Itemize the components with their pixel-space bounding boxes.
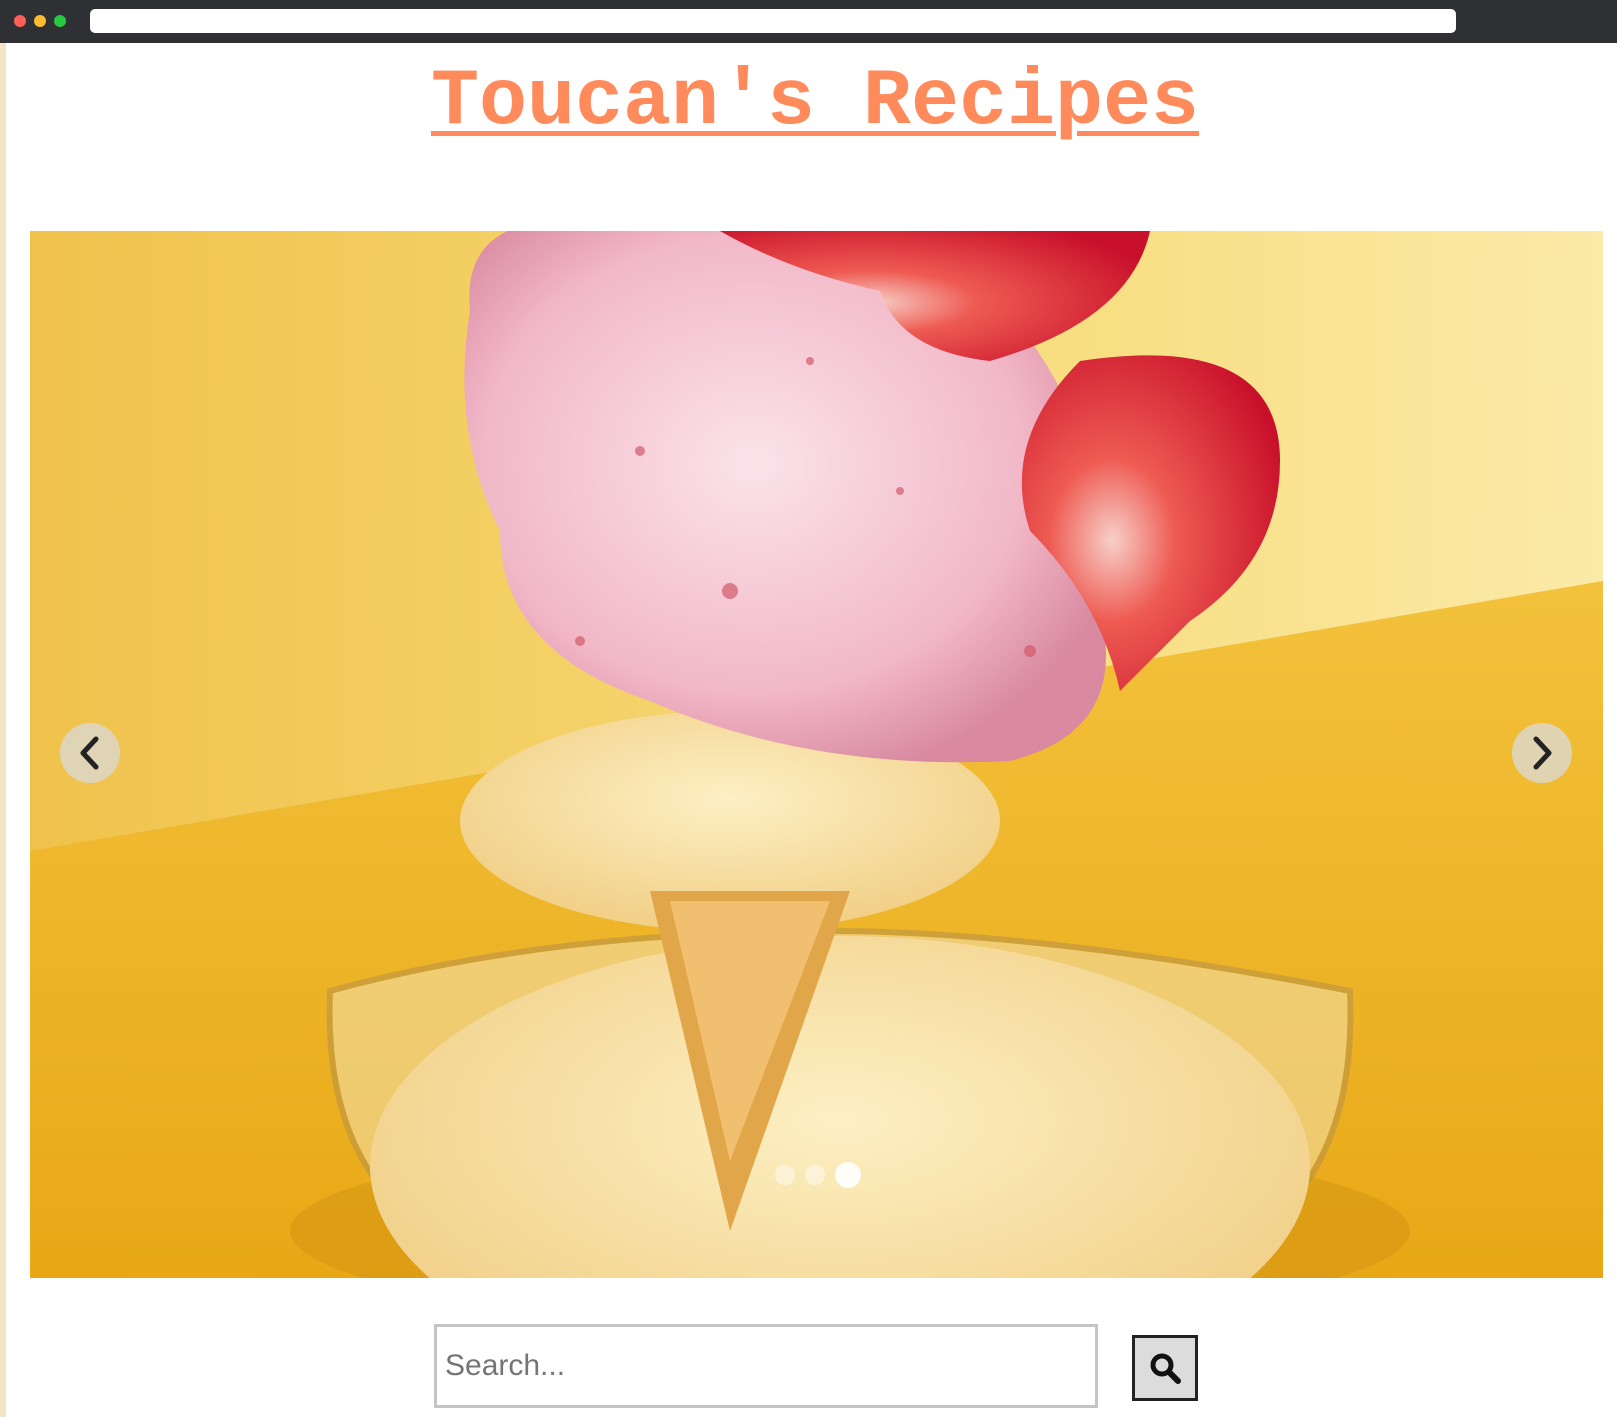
- image-carousel: [30, 231, 1603, 1278]
- window-minimize-dot[interactable]: [34, 15, 46, 27]
- carousel-slide-image: [30, 231, 1603, 1278]
- page-left-border: [0, 43, 6, 1417]
- address-bar[interactable]: [90, 9, 1456, 33]
- chevron-right-icon: [1533, 736, 1552, 770]
- chevron-left-icon: [80, 736, 99, 770]
- window-maximize-dot[interactable]: [54, 15, 66, 27]
- carousel-indicator-3[interactable]: [835, 1162, 861, 1188]
- carousel-next-button[interactable]: [1512, 723, 1572, 783]
- site-title-link[interactable]: Toucan's Recipes: [0, 58, 1617, 148]
- window-close-dot[interactable]: [14, 15, 26, 27]
- browser-toolbar: [0, 0, 1617, 43]
- carousel-indicators: [775, 1162, 861, 1188]
- carousel-indicator-1[interactable]: [775, 1165, 795, 1185]
- search-button[interactable]: [1132, 1335, 1198, 1401]
- carousel-prev-button[interactable]: [60, 723, 120, 783]
- carousel-indicator-2[interactable]: [805, 1165, 825, 1185]
- search-input[interactable]: [434, 1324, 1098, 1408]
- search-icon: [1150, 1353, 1181, 1384]
